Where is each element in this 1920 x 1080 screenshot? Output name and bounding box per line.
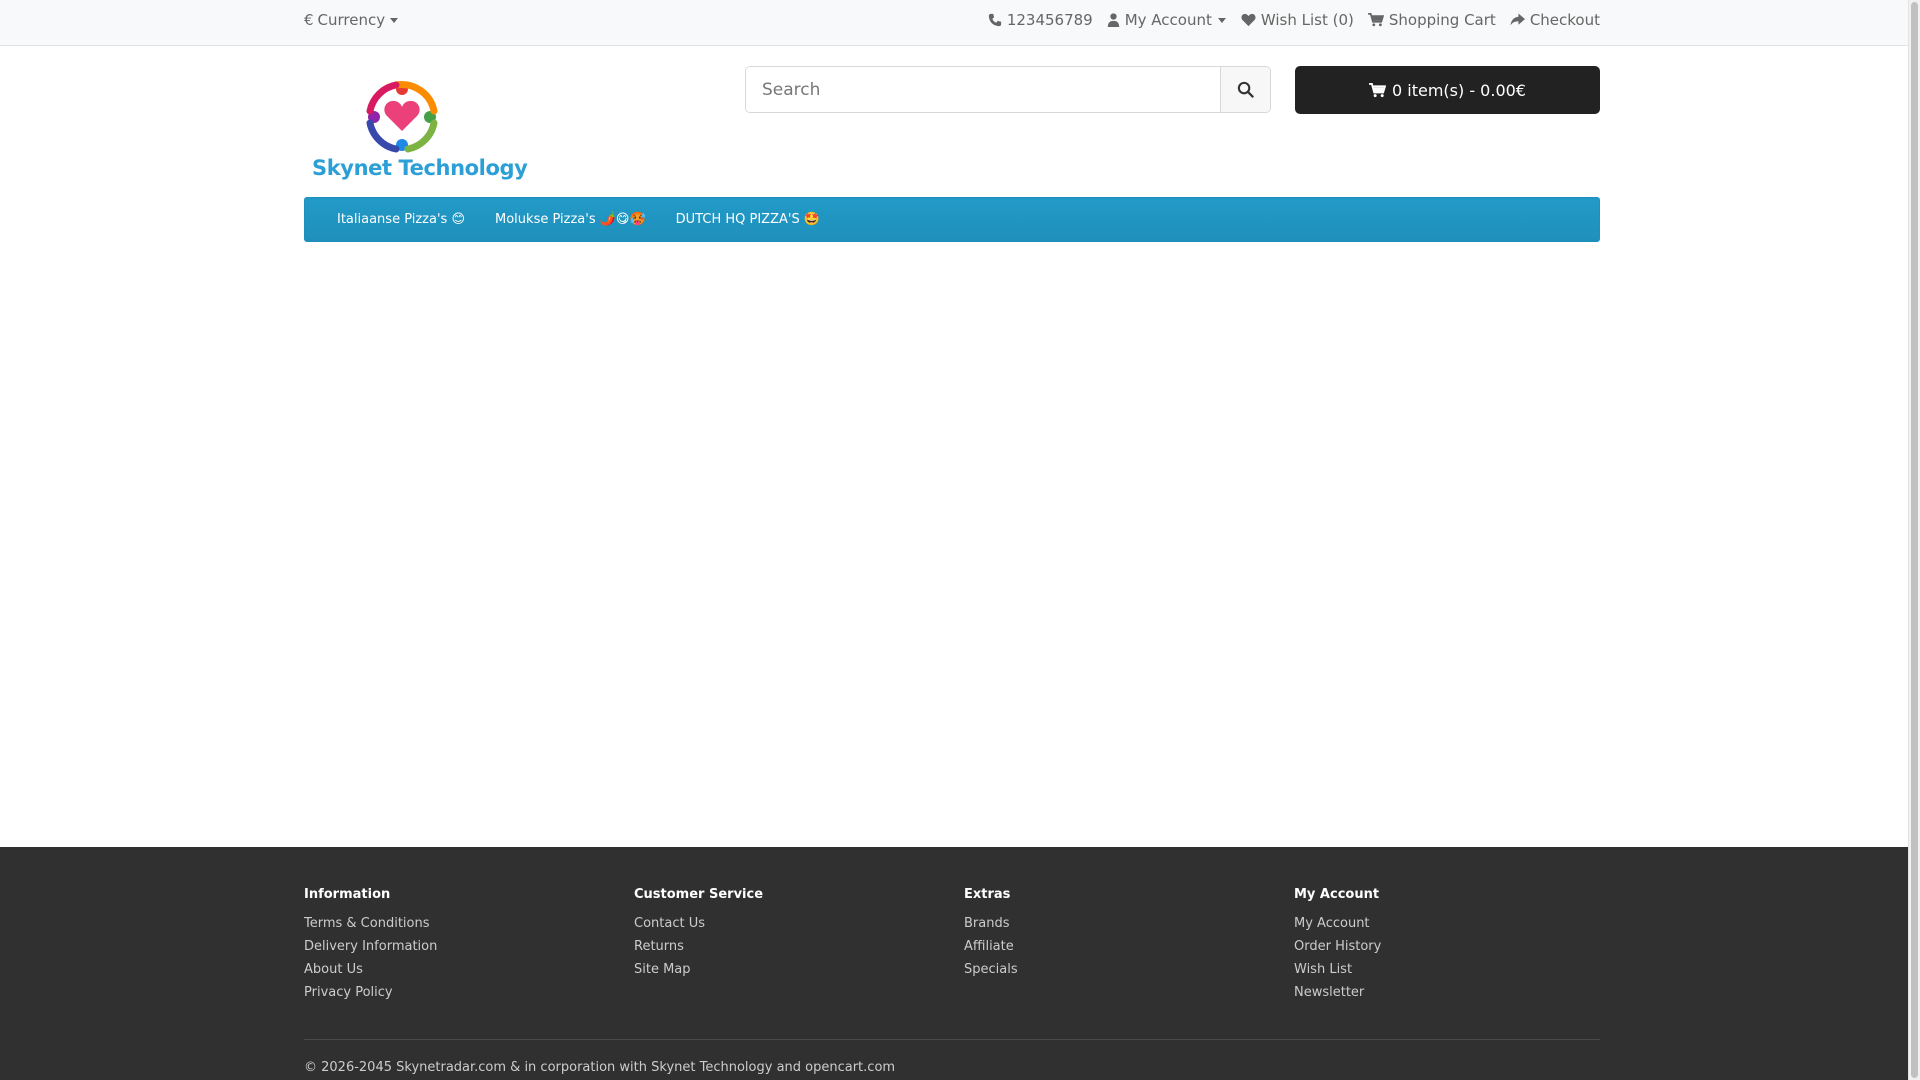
footer-heading: My Account (1294, 887, 1380, 902)
search-bar (745, 66, 1271, 113)
footer: Information Terms & Conditions Delivery … (0, 847, 1908, 1080)
copyright-text: © 2026-2045 Skynetradar.com & in corpora… (304, 1060, 896, 1075)
footer-link-specials[interactable]: Specials (964, 962, 1018, 977)
user-icon (1107, 13, 1120, 27)
cart-icon (1368, 13, 1384, 27)
logo-emblem-icon (366, 81, 438, 153)
footer-link-delivery[interactable]: Delivery Information (304, 939, 437, 954)
footer-link-wishlist[interactable]: Wish List (1294, 962, 1381, 977)
cart-total-button[interactable]: 0 item(s) - 0.00€ (1295, 66, 1600, 114)
footer-heading: Customer Service (634, 887, 764, 902)
footer-column-extras: Extras Brands Affiliate Specials (964, 887, 1018, 985)
menu-item-molukse-pizzas[interactable]: Molukse Pizza's 🌶️😋🥵 (495, 212, 646, 227)
site-logo[interactable]: Skynet Technology (310, 76, 528, 186)
search-button[interactable] (1220, 67, 1270, 112)
search-icon (1237, 81, 1254, 98)
currency-label: Currency (317, 11, 386, 29)
brand-name: Skynet Technology (312, 156, 528, 180)
footer-link-sitemap[interactable]: Site Map (634, 962, 763, 977)
phone-icon (988, 13, 1002, 27)
heart-icon (1241, 13, 1256, 27)
euro-icon: € (304, 11, 314, 29)
footer-link-privacy[interactable]: Privacy Policy (304, 985, 437, 1000)
top-bar: € Currency 123456789 My Account Wish Lis… (0, 0, 1908, 46)
footer-link-order-history[interactable]: Order History (1294, 939, 1381, 954)
wishlist-link[interactable]: Wish List (0) (1241, 11, 1354, 29)
footer-link-contact[interactable]: Contact Us (634, 916, 763, 931)
footer-column-information: Information Terms & Conditions Delivery … (304, 887, 437, 1008)
currency-dropdown[interactable]: € Currency (304, 0, 399, 40)
footer-link-my-account[interactable]: My Account (1294, 916, 1381, 931)
menu-item-dutch-hq-pizzas[interactable]: DUTCH HQ PIZZA'S 🤩 (676, 212, 820, 227)
search-input[interactable] (746, 67, 1220, 112)
cart-total-label: 0 item(s) - 0.00€ (1392, 80, 1526, 100)
shopping-cart-label: Shopping Cart (1388, 11, 1496, 29)
share-icon (1510, 13, 1525, 27)
scrollbar-thumb[interactable] (1911, 2, 1918, 1078)
footer-link-brands[interactable]: Brands (964, 916, 1018, 931)
checkout-link[interactable]: Checkout (1510, 11, 1600, 29)
phone-link[interactable]: 123456789 (988, 11, 1093, 29)
caret-down-icon (1217, 15, 1227, 25)
my-account-label: My Account (1124, 11, 1212, 29)
checkout-label: Checkout (1529, 11, 1600, 29)
footer-link-about[interactable]: About Us (304, 962, 437, 977)
phone-number: 123456789 (1006, 11, 1093, 29)
caret-down-icon (389, 15, 399, 25)
footer-link-returns[interactable]: Returns (634, 939, 763, 954)
footer-link-affiliate[interactable]: Affiliate (964, 939, 1018, 954)
cart-icon (1369, 82, 1386, 98)
footer-column-my-account: My Account My Account Order History Wish… (1294, 887, 1381, 1008)
footer-column-customer-service: Customer Service Contact Us Returns Site… (634, 887, 763, 985)
category-menu: Italiaanse Pizza's 😊 Molukse Pizza's 🌶️😋… (304, 197, 1600, 242)
page-scrollbar[interactable] (1908, 0, 1920, 1080)
footer-link-terms[interactable]: Terms & Conditions (304, 916, 437, 931)
footer-divider (304, 1039, 1600, 1040)
wishlist-label: Wish List (0) (1260, 11, 1354, 29)
footer-link-newsletter[interactable]: Newsletter (1294, 985, 1381, 1000)
footer-heading: Information (304, 887, 391, 902)
my-account-dropdown[interactable]: My Account (1107, 11, 1227, 29)
top-links: 123456789 My Account Wish List (0) Shopp… (988, 0, 1600, 40)
footer-heading: Extras (964, 887, 1011, 902)
shopping-cart-link[interactable]: Shopping Cart (1368, 11, 1496, 29)
menu-item-italiaanse-pizzas[interactable]: Italiaanse Pizza's 😊 (337, 212, 465, 227)
